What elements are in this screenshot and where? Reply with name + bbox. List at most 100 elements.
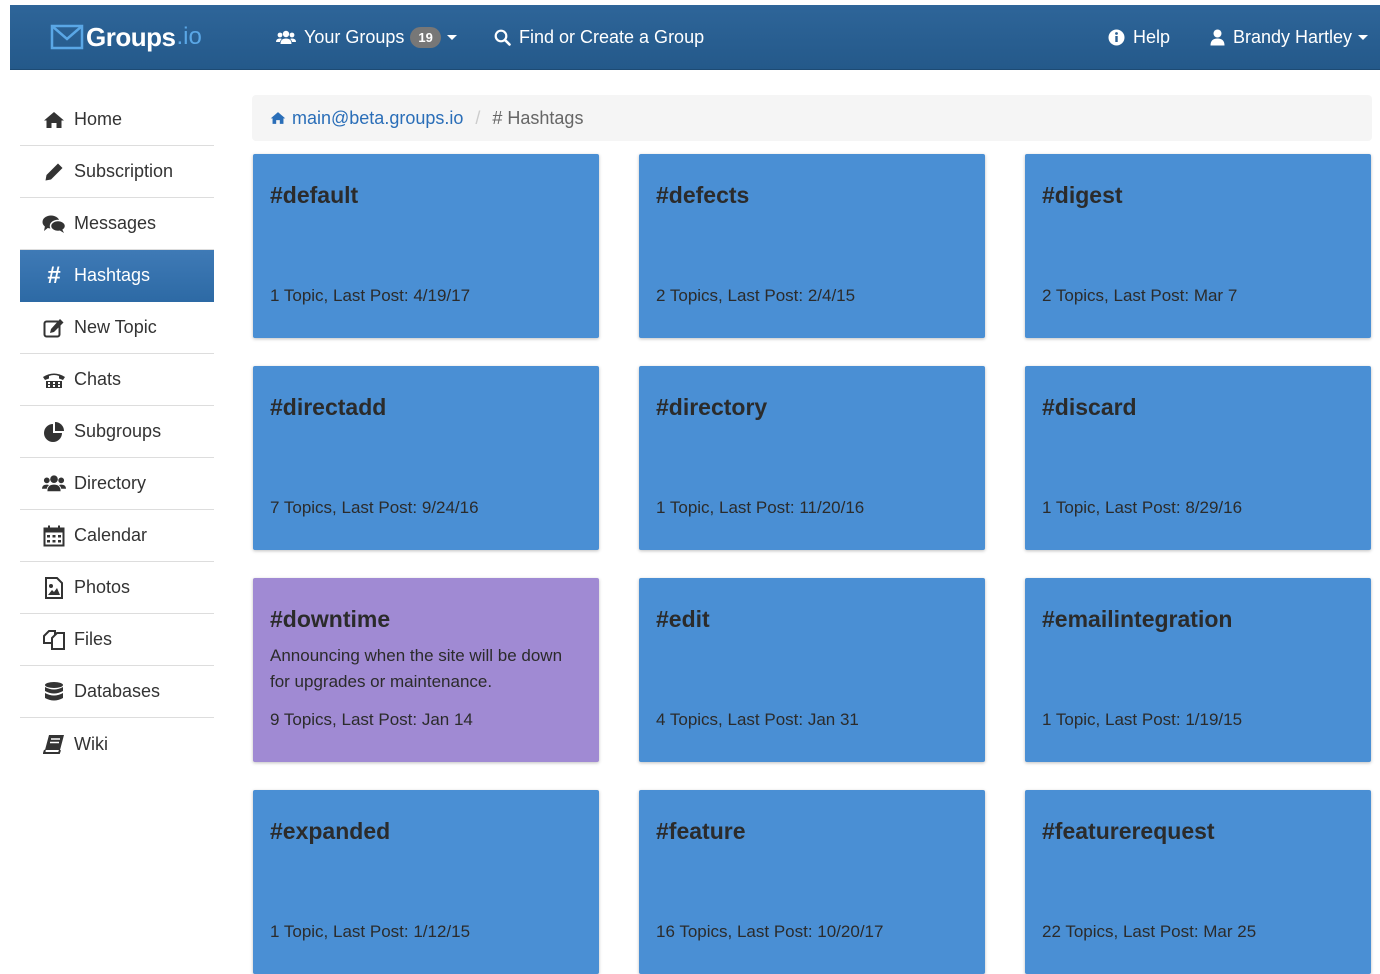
book-icon (42, 732, 66, 756)
hashtag-card[interactable]: #discard 1 Topic, Last Post: 8/29/16 (1025, 366, 1371, 550)
hashtag-card[interactable]: #defects 2 Topics, Last Post: 2/4/15 (639, 154, 985, 338)
sidebar-item-label: New Topic (74, 317, 157, 337)
hashtag-name: #edit (656, 606, 710, 632)
chevron-down-icon (1358, 35, 1369, 40)
sidebar-item-photos[interactable]: Photos (20, 562, 214, 614)
sidebar-item-messages[interactable]: Messages (20, 198, 214, 250)
sidebar-item-files[interactable]: Files (20, 614, 214, 666)
hashtag-card[interactable]: #expanded 1 Topic, Last Post: 1/12/15 (253, 790, 599, 974)
sidebar-item-label: Subscription (74, 161, 174, 181)
top-navbar: Groups .io Your Groups 19 Find or Create… (10, 5, 1380, 70)
breadcrumb-separator: / (475, 107, 481, 128)
phone-icon (42, 368, 66, 392)
sidebar-item-label: Wiki (74, 733, 108, 754)
hashtag-name: #emailintegration (1042, 606, 1233, 632)
users-icon (276, 30, 296, 44)
sidebar-item-home[interactable]: Home (20, 94, 214, 146)
hashtag-name: #digest (1042, 182, 1123, 208)
brand-name: Groups (86, 21, 176, 52)
hashtag-stats: 22 Topics, Last Post: Mar 25 (1042, 922, 1257, 941)
hashtag-icon: # (47, 261, 61, 289)
hashtag-card[interactable]: #directadd 7 Topics, Last Post: 9/24/16 (253, 366, 599, 550)
hashtag-card[interactable]: #emailintegration 1 Topic, Last Post: 1/… (1025, 578, 1371, 762)
sidebar-item-label: Home (74, 109, 123, 129)
hashtag-name: #directadd (270, 394, 387, 420)
breadcrumb-group-label: main@beta.groups.io (292, 107, 464, 128)
user-icon (1210, 29, 1225, 46)
help-label: Help (1133, 27, 1171, 47)
hashtag-card[interactable]: #downtime Announcing when the site will … (253, 578, 599, 762)
hashtag-stats: 2 Topics, Last Post: 2/4/15 (656, 286, 856, 305)
hashtag-stats: 1 Topic, Last Post: 8/29/16 (1042, 498, 1243, 517)
sidebar-item-label: Chats (74, 369, 122, 389)
search-icon (494, 29, 511, 46)
hashtag-card[interactable]: #digest 2 Topics, Last Post: Mar 7 (1025, 154, 1371, 338)
hashtag-stats: 1 Topic, Last Post: 11/20/16 (656, 498, 865, 517)
hashtag-card[interactable]: #feature 16 Topics, Last Post: 10/20/17 (639, 790, 985, 974)
sidebar-item-subgroups[interactable]: Subgroups (20, 406, 214, 458)
files-icon (42, 628, 66, 652)
sidebar-item-hashtags[interactable]: # Hashtags (20, 250, 214, 302)
breadcrumb-current: # Hashtags (492, 107, 584, 128)
brand-tld: .io (176, 23, 202, 50)
users-icon (42, 472, 66, 496)
user-menu-dropdown[interactable]: Brandy Hartley (1210, 5, 1369, 70)
chevron-down-icon (446, 35, 457, 40)
hashtag-card[interactable]: #default 1 Topic, Last Post: 4/19/17 (253, 154, 599, 338)
sidebar-item-label: Messages (74, 213, 157, 233)
hashtag-name: #expanded (270, 818, 391, 844)
hashtag-card[interactable]: #directory 1 Topic, Last Post: 11/20/16 (639, 366, 985, 550)
hashtag-card[interactable]: #featurerequest 22 Topics, Last Post: Ma… (1025, 790, 1371, 974)
image-icon (42, 576, 66, 600)
hashtag-stats: 2 Topics, Last Post: Mar 7 (1042, 286, 1238, 305)
home-icon (42, 108, 66, 132)
help-link[interactable]: Help (1108, 5, 1170, 70)
hashtag-name: #discard (1042, 394, 1137, 420)
your-groups-dropdown[interactable]: Your Groups 19 (276, 5, 457, 70)
comments-icon (42, 212, 66, 236)
sidebar-item-wiki[interactable]: Wiki (20, 718, 214, 770)
sidebar-item-label: Subgroups (74, 421, 162, 441)
home-icon (270, 112, 286, 124)
info-icon (1108, 29, 1125, 46)
hashtag-name: #featurerequest (1042, 818, 1215, 844)
hashtag-stats: 1 Topic, Last Post: 4/19/17 (270, 286, 471, 305)
edit-icon (42, 316, 66, 340)
sidebar-item-databases[interactable]: Databases (20, 666, 214, 718)
sidebar-item-label: Databases (74, 681, 161, 701)
hashtag-stats: 7 Topics, Last Post: 9/24/16 (270, 498, 479, 517)
your-groups-label: Your Groups (304, 27, 405, 47)
database-icon (42, 680, 66, 704)
groups-io-logo[interactable]: Groups .io (50, 19, 202, 55)
pencil-icon (42, 160, 66, 184)
sidebar-item-calendar[interactable]: Calendar (20, 510, 214, 562)
sidebar-item-label: Calendar (74, 525, 148, 545)
hashtag-stats: 4 Topics, Last Post: Jan 31 (656, 710, 859, 729)
hashtag-name: #downtime (270, 606, 391, 632)
groups-count-badge: 19 (410, 27, 441, 48)
hashtag-card[interactable]: #edit 4 Topics, Last Post: Jan 31 (639, 578, 985, 762)
user-name: Brandy Hartley (1233, 27, 1353, 47)
breadcrumb-group-link[interactable]: main@beta.groups.io (270, 108, 463, 129)
sidebar-item-chats[interactable]: Chats (20, 354, 214, 406)
hashtag-stats: 9 Topics, Last Post: Jan 14 (270, 710, 473, 729)
pie-chart-icon (42, 420, 66, 444)
hashtag-description: Announcing when the site will be down fo… (270, 646, 563, 691)
sidebar-item-label: Hashtags (74, 265, 151, 285)
sidebar-item-subscription[interactable]: Subscription (20, 146, 214, 198)
sidebar-item-directory[interactable]: Directory (20, 458, 214, 510)
hashtag-stats: 1 Topic, Last Post: 1/12/15 (270, 922, 471, 941)
sidebar-item-new-topic[interactable]: New Topic (20, 302, 214, 354)
sidebar-item-label: Files (74, 629, 113, 649)
hashtag-name: #default (270, 182, 359, 208)
sidebar-nav: Home Subscription Messages # Hashtags Ne… (20, 94, 214, 770)
sidebar-item-label: Photos (74, 577, 131, 597)
breadcrumb: main@beta.groups.io / # Hashtags (252, 95, 1372, 141)
hashtag-stats: 1 Topic, Last Post: 1/19/15 (1042, 710, 1243, 729)
hashtag-name: #directory (656, 394, 768, 420)
find-or-create-group-link[interactable]: Find or Create a Group (494, 5, 704, 70)
hashtag-name: #defects (656, 182, 750, 208)
find-create-label: Find or Create a Group (519, 27, 705, 47)
envelope-logo-icon (50, 24, 84, 50)
calendar-icon (42, 524, 66, 548)
